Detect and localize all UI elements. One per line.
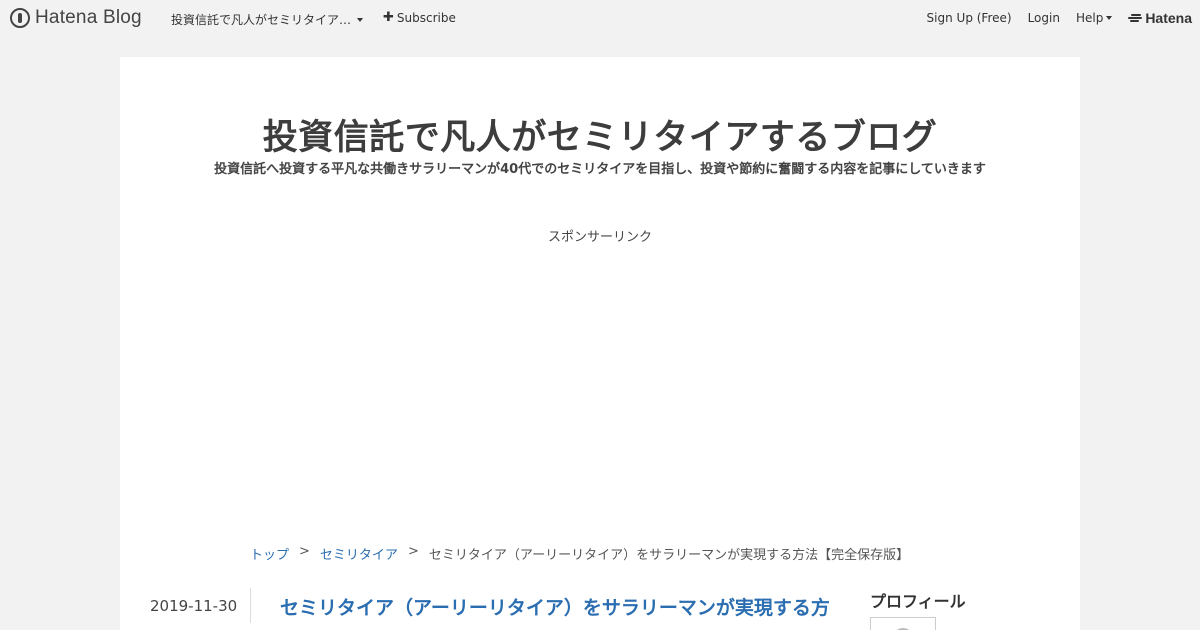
- hatena-blog-logo-icon: [10, 8, 30, 28]
- blog-description: 投資信託へ投資する平凡な共働きサラリーマンが40代でのセミリタイアを目指し、投資…: [214, 162, 986, 177]
- subscribe-label: Subscribe: [396, 10, 456, 25]
- breadcrumb: トップ > セミリタイア > セミリタイア（アーリーリタイア）をサラリーマンが実…: [250, 544, 909, 563]
- profile-avatar[interactable]: [870, 617, 936, 630]
- breadcrumb-separator: >: [407, 544, 419, 559]
- sponsored-link-label: スポンサーリンク: [547, 230, 652, 245]
- caret-down-icon: [357, 17, 364, 22]
- breadcrumb-separator: >: [299, 544, 310, 559]
- caret-down-icon: [1106, 16, 1113, 20]
- login-link[interactable]: Login: [1028, 11, 1060, 25]
- signup-link[interactable]: Sign Up (Free): [927, 11, 1012, 25]
- breadcrumb-category-link[interactable]: セミリタイア: [320, 544, 398, 563]
- blog-title[interactable]: 投資信託で凡人がセミリタイアするブログ: [120, 109, 1080, 160]
- hatena-logo[interactable]: Hatena: [1128, 10, 1192, 26]
- subscribe-button[interactable]: ✚ Subscribe: [383, 10, 456, 25]
- global-header: Hatena Blog 投資信託で凡人がセミリタイア… ✚ Subscribe …: [0, 0, 1200, 36]
- sidebar-profile-title: プロフィール: [870, 592, 966, 611]
- ad-slot: [240, 252, 960, 532]
- plus-icon: ✚: [383, 10, 394, 25]
- blog-selector-dropdown[interactable]: 投資信託で凡人がセミリタイア…: [171, 11, 364, 28]
- hatena-logo-icon: [1128, 13, 1143, 23]
- hatena-logo-text: Hatena: [1145, 10, 1192, 26]
- blog-container: 投資信託で凡人がセミリタイアするブログ 投資信託へ投資する平凡な共働きサラリーマ…: [120, 57, 1080, 630]
- help-dropdown[interactable]: Help: [1075, 11, 1113, 25]
- entry-title[interactable]: セミリタイア（アーリーリタイア）をサラリーマンが実現する方: [280, 593, 830, 620]
- blog-selector-label: 投資信託で凡人がセミリタイア…: [171, 13, 352, 27]
- entry-date[interactable]: 2019-11-30: [150, 597, 237, 615]
- hatena-blog-logo[interactable]: Hatena Blog: [10, 7, 142, 29]
- help-label: Help: [1075, 11, 1104, 25]
- global-nav-right: Sign Up (Free) Login Help Hatena: [911, 10, 1192, 26]
- logo-text: Hatena Blog: [35, 7, 142, 28]
- date-divider: [250, 588, 251, 623]
- breadcrumb-current: セミリタイア（アーリーリタイア）をサラリーマンが実現する方法【完全保存版】: [428, 548, 910, 563]
- breadcrumb-top-link[interactable]: トップ: [250, 544, 289, 563]
